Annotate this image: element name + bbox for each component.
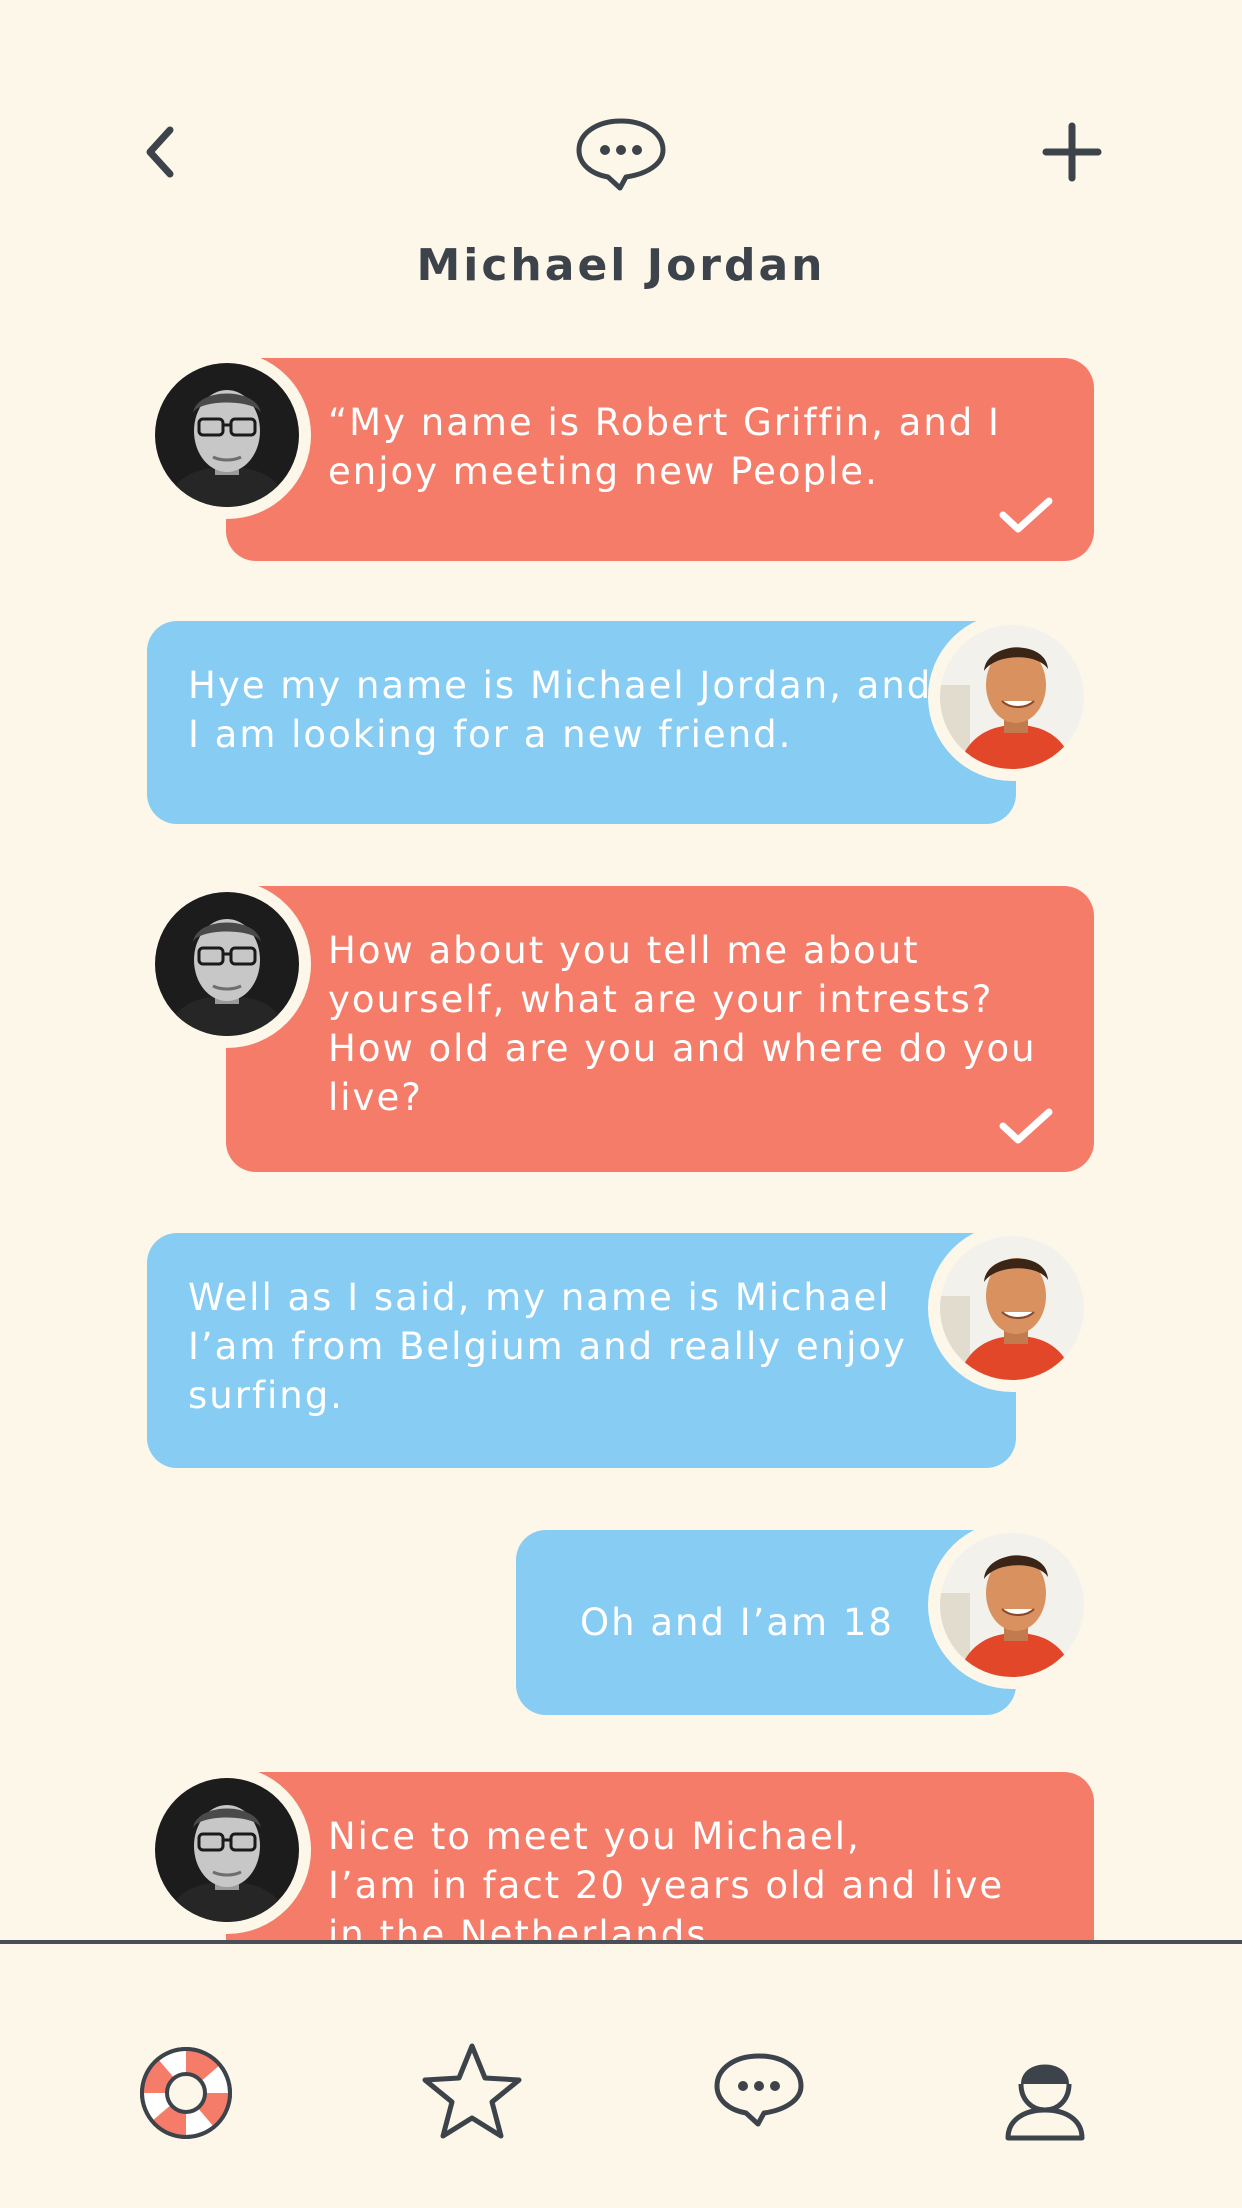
message-line: I’am in fact 20 years old and live xyxy=(328,1864,1005,1907)
message-bubble[interactable]: Nice to meet you Michael, I’am in fact 2… xyxy=(226,1772,1094,1942)
avatar-michael[interactable] xyxy=(928,1224,1096,1392)
message-list[interactable]: “My name is Robert Griffin, and I enjoy … xyxy=(0,0,1242,1942)
message-line: live? xyxy=(328,1076,423,1119)
chat-bubble-icon xyxy=(714,2053,804,2127)
avatar-photo xyxy=(155,363,299,507)
tab-profile[interactable] xyxy=(990,2038,1100,2148)
message-bubble[interactable]: Well as I said, my name is Michael I’am … xyxy=(147,1233,1016,1468)
avatar-michael[interactable] xyxy=(928,613,1096,781)
message-line: How about you tell me about xyxy=(328,929,920,972)
tab-bar xyxy=(0,1944,1242,2208)
message-line: I’am from Belgium and really enjoy xyxy=(188,1325,907,1368)
avatar-photo xyxy=(155,1778,299,1922)
message-bubble[interactable]: How about you tell me about yourself, wh… xyxy=(226,886,1094,1172)
user-icon xyxy=(1005,2064,1085,2141)
message-line: “My name is Robert Griffin, and I xyxy=(328,401,1001,444)
lifebuoy-icon xyxy=(140,2047,232,2139)
message-bubble[interactable]: Hye my name is Michael Jordan, and I am … xyxy=(147,621,1016,824)
avatar-robert[interactable] xyxy=(143,351,311,519)
avatar-photo xyxy=(940,1236,1084,1380)
message-line: Well as I said, my name is Michael xyxy=(188,1276,891,1319)
message-line: Oh and I’am 18 xyxy=(580,1601,894,1644)
avatar-robert[interactable] xyxy=(143,1766,311,1934)
message-line: How old are you and where do you xyxy=(328,1027,1037,1070)
message-bubble[interactable]: “My name is Robert Griffin, and I enjoy … xyxy=(226,358,1094,561)
tab-favorites[interactable] xyxy=(417,2038,527,2148)
star-icon xyxy=(422,2043,522,2139)
avatar-photo xyxy=(940,625,1084,769)
message-line: yourself, what are your intrests? xyxy=(328,978,994,1021)
message-line: Hye my name is Michael Jordan, and xyxy=(188,664,933,707)
message-line: enjoy meeting new People. xyxy=(328,450,879,493)
message-line: I am looking for a new friend. xyxy=(188,713,793,756)
message-line: in the Netherlands. xyxy=(328,1913,722,1942)
checkmark-icon xyxy=(999,1108,1053,1144)
message-line: Nice to meet you Michael, xyxy=(328,1815,861,1858)
avatar-robert[interactable] xyxy=(143,880,311,1048)
avatar-photo xyxy=(155,892,299,1036)
tab-help[interactable] xyxy=(131,2038,241,2148)
tab-messages[interactable] xyxy=(704,2038,814,2148)
avatar-photo xyxy=(940,1533,1084,1677)
message-line: surfing. xyxy=(188,1374,344,1417)
checkmark-icon xyxy=(999,497,1053,533)
avatar-michael[interactable] xyxy=(928,1521,1096,1689)
